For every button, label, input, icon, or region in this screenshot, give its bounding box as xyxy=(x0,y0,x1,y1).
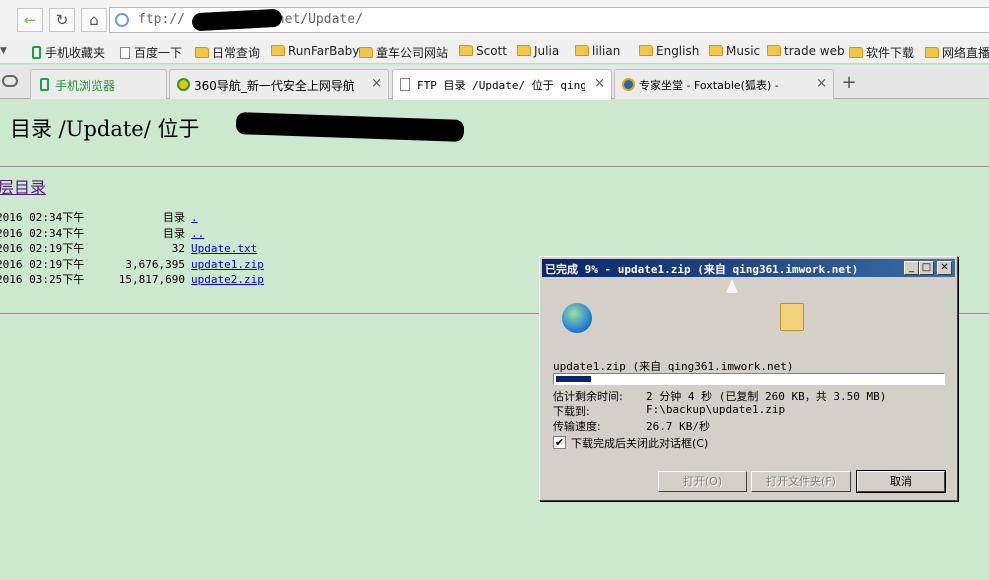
bookmark-folder-daily[interactable]: 日常查询 xyxy=(195,44,260,61)
divider xyxy=(0,166,989,168)
home-button[interactable]: ⌂ xyxy=(81,8,107,32)
bookmark-folder-software[interactable]: 软件下载 xyxy=(849,44,914,61)
maximize-button[interactable]: □ xyxy=(919,261,934,275)
speed-label: 传输速度: xyxy=(553,420,601,433)
file-link[interactable]: update1.zip xyxy=(191,257,264,273)
tab-foxtable[interactable]: 专家坐堂 - Foxtable(狐表) - × xyxy=(614,69,834,99)
home-icon: ⌂ xyxy=(89,11,99,29)
tab-360-nav[interactable]: 360导航_新一代安全上网导航 × xyxy=(169,69,389,99)
folder-icon xyxy=(767,45,781,56)
close-on-complete-checkbox[interactable]: ✔ xyxy=(553,436,566,449)
close-on-complete-label: 下载完成后关闭此对话框(C) xyxy=(571,437,709,450)
folder-icon xyxy=(195,47,209,58)
address-input[interactable]: ftp://.net/Update/ xyxy=(109,7,989,33)
cancel-button[interactable]: 取消 xyxy=(856,470,946,493)
flying-document-icon xyxy=(726,279,738,293)
close-button[interactable]: ✕ xyxy=(937,261,952,275)
folder-icon xyxy=(575,45,589,56)
folder-icon xyxy=(780,303,804,331)
dialog-title-bar[interactable]: 已完成 9% - update1.zip (来自 qing361.imwork.… xyxy=(542,259,955,277)
folder-icon xyxy=(925,47,939,58)
new-tab-button[interactable]: + xyxy=(839,73,859,93)
progress-fill xyxy=(556,376,591,382)
refresh-icon: ↻ xyxy=(55,11,69,29)
file-link[interactable]: update2.zip xyxy=(191,272,264,288)
folder-icon xyxy=(709,45,723,56)
file-link[interactable]: . xyxy=(191,210,198,226)
folder-icon xyxy=(639,45,653,56)
checkmark-icon: ✔ xyxy=(554,436,565,449)
tab-close-icon[interactable]: × xyxy=(594,76,605,91)
bookmark-folder-scott[interactable]: Scott xyxy=(459,44,507,58)
bookmark-folder-company[interactable]: 童车公司网站 xyxy=(359,44,448,61)
phone-icon xyxy=(32,46,41,59)
tab-mobile-browser[interactable]: 手机浏览器 xyxy=(30,69,167,99)
page-icon xyxy=(400,78,410,91)
time-left-label: 估计剩余时间: xyxy=(553,390,623,403)
maximize-icon: □ xyxy=(921,262,932,273)
folder-icon xyxy=(359,47,373,58)
file-link[interactable]: .. xyxy=(191,226,204,242)
ftp-globe-icon xyxy=(115,13,129,27)
tab-close-icon[interactable]: × xyxy=(371,76,382,91)
bookmark-folder-runfarbaby[interactable]: RunFarBaby xyxy=(271,44,359,58)
download-progress-bar xyxy=(553,373,945,385)
360-logo-icon xyxy=(177,78,190,91)
bookmark-mobile-favorites[interactable]: 手机收藏夹 xyxy=(32,44,105,61)
bookmark-folder-trade-web[interactable]: trade web xyxy=(767,44,845,58)
arrow-left-icon: ← xyxy=(23,11,37,29)
minimize-icon: _ xyxy=(909,262,914,273)
parent-directory-link[interactable]: 层目录 xyxy=(0,174,46,198)
bookmark-folder-live[interactable]: 网络直播 xyxy=(925,44,989,61)
close-icon: ✕ xyxy=(940,262,949,273)
speed-value: 26.7 KB/秒 xyxy=(646,420,710,433)
bookmark-folder-julia[interactable]: Julia xyxy=(517,44,559,58)
download-dialog: 已完成 9% - update1.zip (来自 qing361.imwork.… xyxy=(539,256,958,501)
download-file-source: update1.zip (来自 qing361.imwork.net) xyxy=(553,360,794,373)
back-button[interactable]: ← xyxy=(17,8,43,32)
phone-icon xyxy=(40,78,49,91)
bookmark-baidu[interactable]: 百度一下 xyxy=(120,44,182,61)
minimize-button[interactable]: _ xyxy=(904,261,919,275)
globe-icon xyxy=(562,303,592,333)
bookmark-folder-english[interactable]: English xyxy=(639,44,699,58)
folder-icon xyxy=(517,45,531,56)
open-button[interactable]: 打开(O) xyxy=(658,471,747,492)
cloud-icon[interactable] xyxy=(2,75,18,87)
time-left-value: 2 分钟 4 秒 (已复制 260 KB，共 3.50 MB) xyxy=(646,390,887,403)
address-toolbar: ← ↻ ⌂ ftp://.net/Update/ xyxy=(0,0,989,40)
bookmarks-bar: ▼ 手机收藏夹 百度一下 日常查询 RunFarBaby 童车公司网站 Scot… xyxy=(0,40,989,64)
tab-strip: 手机浏览器 360导航_新一代安全上网导航 × FTP 目录 /Update/ … xyxy=(0,65,989,100)
tab-close-icon[interactable]: × xyxy=(816,76,827,91)
foxtable-logo-icon xyxy=(622,78,635,91)
download-to-label: 下载到: xyxy=(553,405,590,418)
download-to-value: F:\backup\update1.zip xyxy=(646,403,786,416)
file-link[interactable]: Update.txt xyxy=(191,241,257,257)
page-icon xyxy=(120,47,130,59)
open-folder-button[interactable]: 打开文件夹(F) xyxy=(751,471,851,492)
refresh-button[interactable]: ↻ xyxy=(49,8,75,32)
tab-ftp-directory[interactable]: FTP 目录 /Update/ 位于 qing3 × xyxy=(392,69,612,100)
redaction-scribble xyxy=(191,8,283,32)
folder-icon xyxy=(849,47,863,58)
folder-icon xyxy=(459,45,473,56)
redaction-scribble xyxy=(235,112,465,142)
bookmark-folder-lilian[interactable]: lilian xyxy=(575,44,620,58)
bookmark-folder-music[interactable]: Music xyxy=(709,44,760,58)
chevron-down-icon[interactable]: ▼ xyxy=(0,46,7,56)
folder-icon xyxy=(271,45,285,56)
page-title: 目录 /Update/ 位于 xyxy=(10,117,200,141)
